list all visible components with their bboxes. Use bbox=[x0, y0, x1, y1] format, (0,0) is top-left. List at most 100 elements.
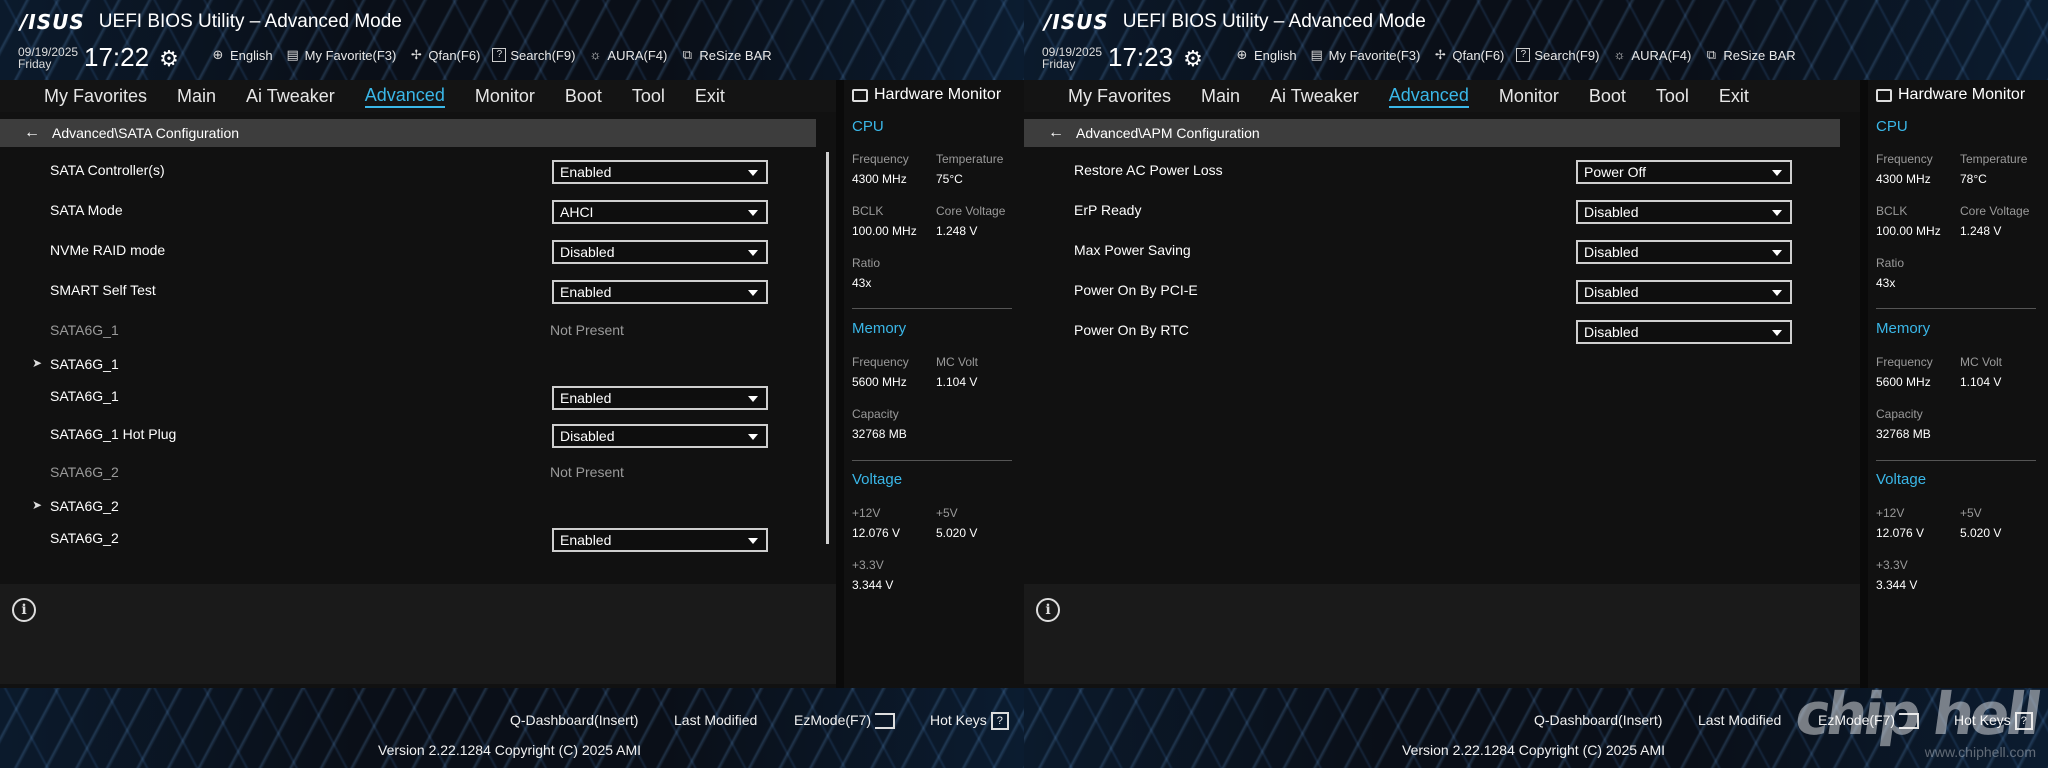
dropdown-caret-icon bbox=[748, 396, 758, 402]
setting-dropdown[interactable]: Disabled bbox=[552, 424, 768, 448]
menu-ai-tweaker[interactable]: Ai Tweaker bbox=[1270, 86, 1359, 107]
toolbar-qfan[interactable]: ✢ Qfan(F6) bbox=[1432, 47, 1504, 63]
setting-row: SATA6G_1 Not Present bbox=[0, 312, 828, 348]
resize-bar-icon: ⧉ bbox=[1706, 47, 1717, 62]
gear-icon[interactable]: ⚙ bbox=[1183, 48, 1203, 70]
setting-row[interactable]: SATA6G_1 Enabled bbox=[0, 378, 828, 414]
hw-divider bbox=[852, 460, 1012, 461]
toolbar-language-label: English bbox=[1254, 47, 1297, 63]
cpu-temperature-value: 75°C bbox=[936, 172, 963, 186]
mc-volt-label: MC Volt bbox=[936, 355, 979, 369]
toolbar-aura[interactable]: ☼ AURA(F4) bbox=[587, 47, 667, 63]
back-arrow-icon[interactable]: ← bbox=[1048, 124, 1064, 142]
setting-row[interactable]: Power On By PCI-E Disabled bbox=[1024, 272, 1852, 308]
menu-tool[interactable]: Tool bbox=[632, 86, 665, 107]
toolbar-search-label: Search(F9) bbox=[1534, 47, 1600, 63]
menu-monitor[interactable]: Monitor bbox=[1499, 86, 1559, 107]
setting-row[interactable]: ➤ SATA6G_1 bbox=[0, 346, 828, 382]
footer-hotkeys[interactable]: Hot Keys? bbox=[930, 712, 1009, 731]
menu-exit[interactable]: Exit bbox=[695, 86, 725, 107]
toolbar-resize-bar[interactable]: ⧉ ReSize BAR bbox=[679, 47, 772, 63]
toolbar-search[interactable]: ? Search(F9) bbox=[1516, 47, 1599, 63]
globe-icon: ⊕ bbox=[1236, 47, 1248, 62]
favorite-icon: ▤ bbox=[1310, 47, 1323, 62]
menu-ai-tweaker[interactable]: Ai Tweaker bbox=[246, 86, 335, 107]
breadcrumb[interactable]: ← Advanced\APM Configuration bbox=[1024, 119, 1840, 147]
setting-dropdown[interactable]: AHCI bbox=[552, 200, 768, 224]
capacity-label: Capacity bbox=[852, 407, 899, 421]
hw-section-voltage: Voltage bbox=[852, 471, 903, 488]
toolbar-aura[interactable]: ☼ AURA(F4) bbox=[1611, 47, 1691, 63]
menu-my-favorites[interactable]: My Favorites bbox=[1068, 86, 1171, 107]
setting-label: Power On By PCI-E bbox=[1074, 282, 1198, 298]
menu-tool[interactable]: Tool bbox=[1656, 86, 1689, 107]
mc-volt-value: 1.104 V bbox=[936, 375, 978, 389]
scrollbar[interactable] bbox=[826, 152, 829, 544]
setting-label: Restore AC Power Loss bbox=[1074, 162, 1223, 178]
watermark-url: www.chiphell.com bbox=[1924, 744, 2036, 760]
menu-main[interactable]: Main bbox=[1201, 86, 1240, 107]
setting-row[interactable]: NVMe RAID mode Disabled bbox=[0, 232, 828, 268]
toolbar-search[interactable]: ? Search(F9) bbox=[492, 47, 575, 63]
menu-advanced[interactable]: Advanced bbox=[364, 85, 445, 108]
setting-label: ErP Ready bbox=[1074, 202, 1142, 218]
asus-logo: /ISUS bbox=[1044, 10, 1109, 34]
footer-last-modified[interactable]: Last Modified bbox=[1698, 712, 1781, 728]
setting-row[interactable]: SATA Mode AHCI bbox=[0, 192, 828, 228]
setting-dropdown[interactable]: Enabled bbox=[552, 280, 768, 304]
toolbar-resize-bar[interactable]: ⧉ ReSize BAR bbox=[1703, 47, 1796, 63]
footer-qdashboard[interactable]: Q-Dashboard(Insert) bbox=[1534, 712, 1662, 728]
setting-dropdown[interactable]: Disabled bbox=[1576, 320, 1792, 344]
gear-icon[interactable]: ⚙ bbox=[159, 48, 179, 70]
menu-exit[interactable]: Exit bbox=[1719, 86, 1749, 107]
back-arrow-icon[interactable]: ← bbox=[24, 124, 40, 142]
menu-boot[interactable]: Boot bbox=[565, 86, 602, 107]
setting-row[interactable]: SMART Self Test Enabled bbox=[0, 272, 828, 308]
menu-monitor[interactable]: Monitor bbox=[475, 86, 535, 107]
v12-label: +12V bbox=[852, 506, 881, 520]
setting-row[interactable]: SATA6G_1 Hot Plug Disabled bbox=[0, 416, 828, 452]
menu-my-favorites[interactable]: My Favorites bbox=[44, 86, 147, 107]
menu-advanced[interactable]: Advanced bbox=[1388, 85, 1469, 108]
setting-dropdown[interactable]: Disabled bbox=[1576, 280, 1792, 304]
mc-volt-value: 1.104 V bbox=[1960, 375, 2002, 389]
footer-ezmode[interactable]: EzMode(F7) bbox=[794, 712, 896, 730]
toolbar-language[interactable]: ⊕ English bbox=[210, 47, 273, 63]
version-text: Version 2.22.1284 Copyright (C) 2025 AMI bbox=[1402, 742, 1666, 758]
bclk-label: BCLK bbox=[1876, 204, 1908, 218]
hardware-monitor: Hardware Monitor CPU Frequency Temperatu… bbox=[1868, 80, 2048, 688]
setting-dropdown[interactable]: Enabled bbox=[552, 528, 768, 552]
bclk-label: BCLK bbox=[852, 204, 884, 218]
footer-qdashboard[interactable]: Q-Dashboard(Insert) bbox=[510, 712, 638, 728]
menu-boot[interactable]: Boot bbox=[1589, 86, 1626, 107]
toolbar-language[interactable]: ⊕ English bbox=[1234, 47, 1297, 63]
setting-dropdown[interactable]: Enabled bbox=[552, 386, 768, 410]
setting-row[interactable]: Restore AC Power Loss Power Off bbox=[1024, 152, 1852, 188]
setting-dropdown[interactable]: Disabled bbox=[1576, 240, 1792, 264]
v5-value: 5.020 V bbox=[936, 526, 978, 540]
footer-last-modified[interactable]: Last Modified bbox=[674, 712, 757, 728]
setting-dropdown[interactable]: Power Off bbox=[1576, 160, 1792, 184]
ratio-value: 43x bbox=[852, 276, 872, 290]
setting-row[interactable]: SATA Controller(s) Enabled bbox=[0, 152, 828, 188]
breadcrumb[interactable]: ← Advanced\SATA Configuration bbox=[0, 119, 816, 147]
toolbar-qfan[interactable]: ✢ Qfan(F6) bbox=[408, 47, 480, 63]
toolbar-my-favorite[interactable]: ▤ My Favorite(F3) bbox=[285, 47, 396, 63]
setting-row[interactable]: Max Power Saving Disabled bbox=[1024, 232, 1852, 268]
setting-row[interactable]: SATA6G_2 Enabled bbox=[0, 520, 828, 556]
v5-value: 5.020 V bbox=[1960, 526, 2002, 540]
weekday: Friday bbox=[1042, 57, 1076, 71]
setting-label: SATA6G_1 bbox=[50, 388, 119, 404]
setting-dropdown[interactable]: Enabled bbox=[552, 160, 768, 184]
setting-status: Not Present bbox=[550, 464, 624, 480]
menu-main[interactable]: Main bbox=[177, 86, 216, 107]
setting-row[interactable]: ➤ SATA6G_2 bbox=[0, 488, 828, 524]
help-icon: ? bbox=[990, 712, 1009, 731]
setting-row[interactable]: Power On By RTC Disabled bbox=[1024, 312, 1852, 348]
dropdown-value: Disabled bbox=[560, 428, 615, 444]
setting-dropdown[interactable]: Disabled bbox=[552, 240, 768, 264]
toolbar-my-favorite[interactable]: ▤ My Favorite(F3) bbox=[1309, 47, 1420, 63]
setting-row[interactable]: ErP Ready Disabled bbox=[1024, 192, 1852, 228]
dropdown-value: Disabled bbox=[1584, 204, 1639, 220]
setting-dropdown[interactable]: Disabled bbox=[1576, 200, 1792, 224]
